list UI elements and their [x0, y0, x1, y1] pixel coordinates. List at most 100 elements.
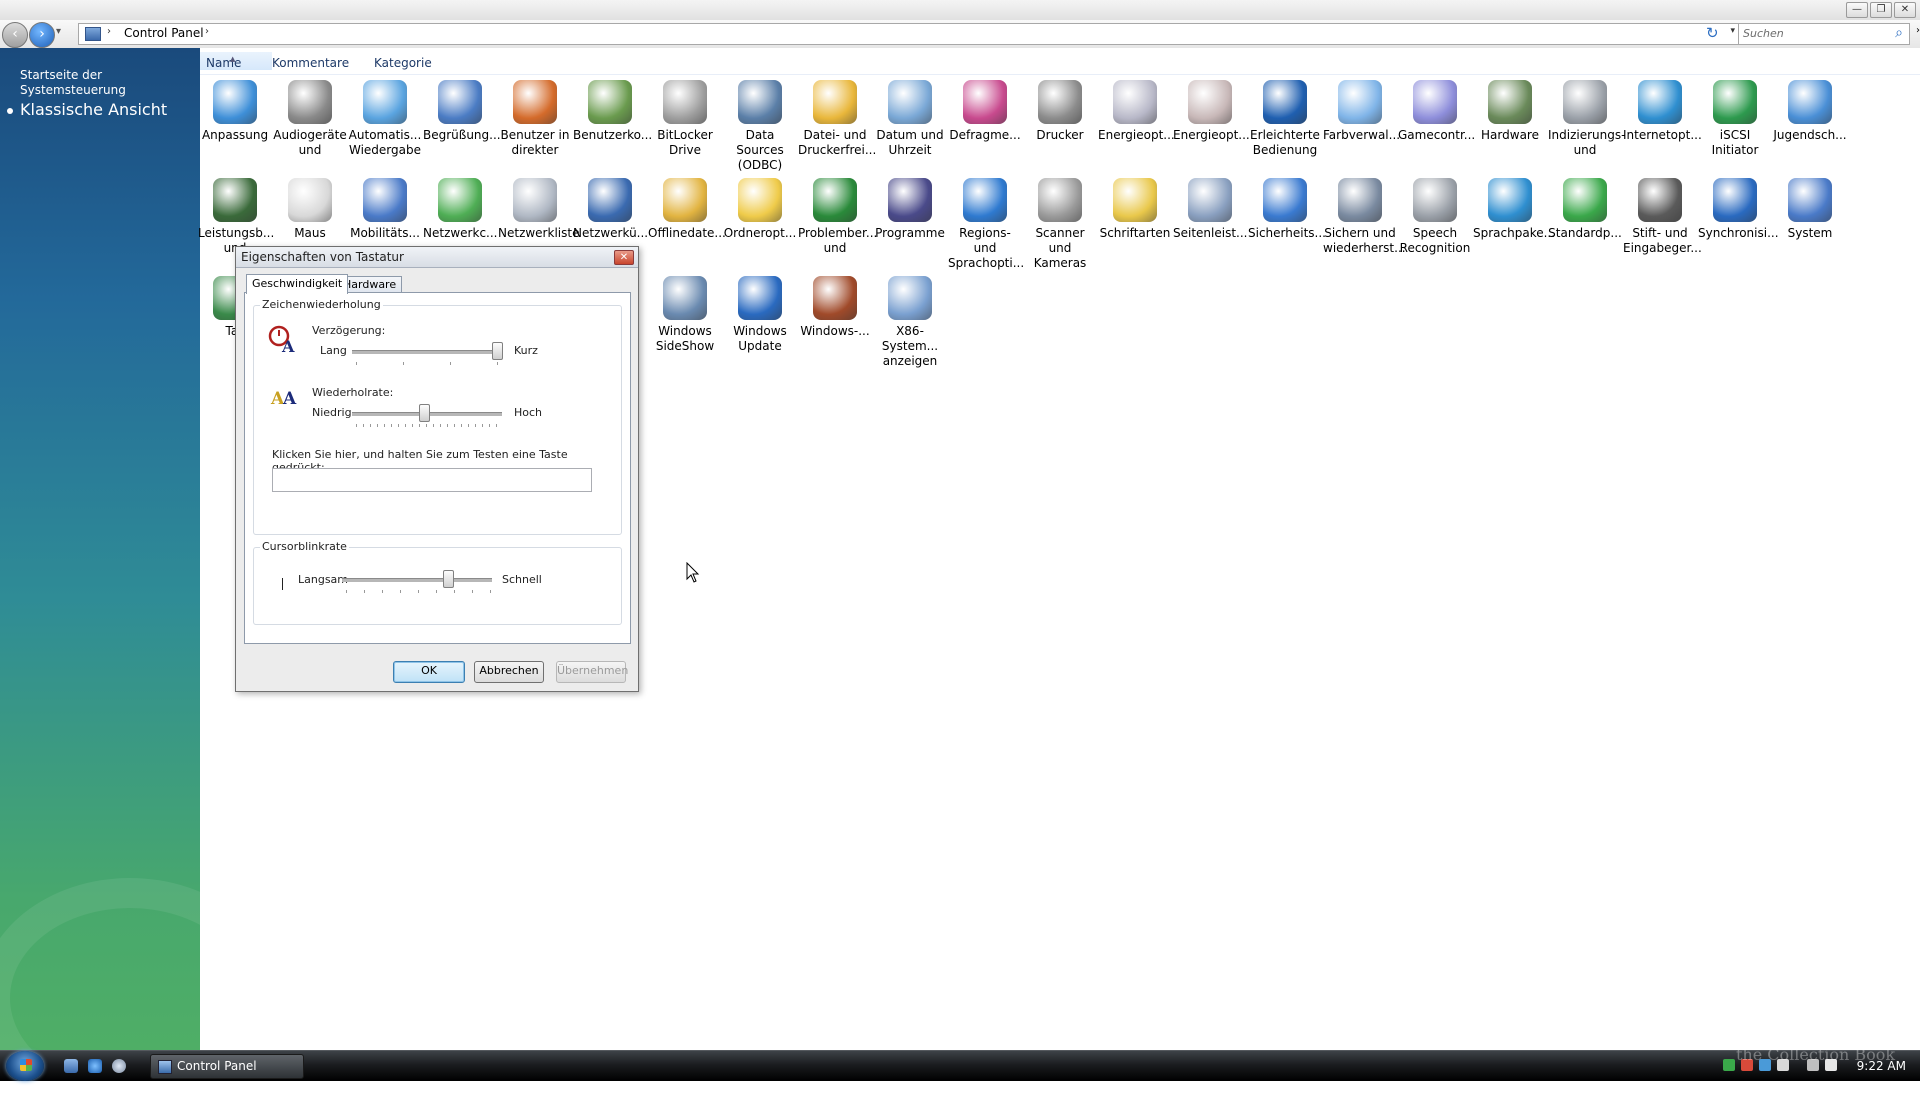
control-panel-item[interactable]: Netzwerkc... [423, 178, 497, 241]
dialog-titlebar[interactable]: Eigenschaften von Tastatur ✕ [236, 247, 638, 268]
toolbar-overflow-icon[interactable]: › [1916, 25, 1920, 36]
control-panel-item[interactable]: Offlinedate... [648, 178, 726, 241]
close-button[interactable]: ✕ [1894, 2, 1916, 18]
control-panel-item[interactable]: Begrüßung... [423, 80, 501, 143]
search-placeholder: Suchen [1743, 27, 1784, 40]
control-panel-item[interactable]: Energieopt... [1173, 80, 1250, 143]
recent-pages-dropdown[interactable]: ▾ [56, 26, 61, 37]
control-panel-item[interactable]: Farbverwal... [1323, 80, 1400, 143]
control-panel-item[interactable]: Leistungsb... und [198, 178, 274, 256]
control-panel-item[interactable]: Speech Recognition [1398, 178, 1472, 256]
watermark: the Collection Book [1736, 1045, 1896, 1064]
control-panel-item[interactable]: Defragme... [948, 80, 1022, 143]
svg-text:A: A [282, 389, 297, 408]
breadcrumb-control-panel[interactable]: Control Panel [124, 26, 204, 40]
control-panel-item[interactable]: Erleichterte Bedienung [1248, 80, 1322, 158]
control-panel-item[interactable]: BitLocker Drive [648, 80, 722, 158]
tab-speed[interactable]: Geschwindigkeit [246, 274, 349, 294]
control-panel-item[interactable]: Ordneropt... [723, 178, 797, 241]
repeat-delay-icon: A [268, 324, 298, 360]
control-panel-item[interactable]: Automatis... Wiedergabe [348, 80, 422, 158]
control-panel-item[interactable]: Benutzer in direkter [498, 80, 572, 158]
control-panel-item[interactable]: X86-System... anzeigen [873, 276, 947, 369]
control-panel-item[interactable]: Data Sources (ODBC) [723, 80, 797, 173]
repeat-test-field[interactable] [272, 468, 592, 492]
control-panel-item[interactable]: iSCSI Initiator [1698, 80, 1772, 158]
control-panel-item[interactable]: Datum und Uhrzeit [873, 80, 947, 158]
control-panel-item[interactable]: Anpassung [198, 80, 272, 143]
sync-tray-icon[interactable] [1723, 1059, 1735, 1071]
control-panel-item[interactable]: Synchronisi... [1698, 178, 1779, 241]
start-button[interactable] [6, 1051, 44, 1081]
media-player-icon[interactable] [112, 1059, 126, 1073]
address-dropdown-icon[interactable]: ▾ [1730, 26, 1735, 36]
cursor-slider-thumb[interactable] [442, 570, 454, 588]
column-header-category[interactable]: Kategorie [374, 56, 432, 70]
control-panel-item[interactable]: Standardp... [1548, 178, 1622, 241]
breadcrumb-chevron-icon[interactable]: › [107, 26, 111, 37]
odbc-icon [738, 80, 782, 124]
control-panel-item[interactable]: Netzwerkliste [498, 178, 579, 241]
control-panel-item[interactable]: Energieopt... [1098, 80, 1175, 143]
rate-slider-thumb[interactable] [419, 404, 431, 422]
control-panel-item[interactable]: Problember... und [798, 178, 877, 256]
control-panel-item[interactable]: Windows Update [723, 276, 797, 354]
control-panel-item[interactable]: Gamecontr... [1398, 80, 1475, 143]
dialog-title: Eigenschaften von Tastatur [241, 250, 404, 264]
control-panel-item[interactable]: Stift- und Eingabeger... [1623, 178, 1702, 256]
control-panel-item[interactable]: Internetopt... [1623, 80, 1702, 143]
control-panel-item[interactable]: Programme [873, 178, 947, 241]
personalization-icon [213, 80, 257, 124]
delay-slider-track[interactable] [352, 350, 502, 354]
control-panel-item[interactable]: Scanner und Kameras [1023, 178, 1097, 271]
column-header-name[interactable]: ▲ Name [200, 52, 272, 70]
internet-explorer-icon[interactable] [88, 1059, 102, 1073]
cursor-slider-track[interactable] [342, 578, 492, 582]
control-panel-item[interactable]: Netzwerkü... [573, 178, 648, 241]
show-desktop-icon[interactable] [64, 1059, 78, 1073]
control-panel-item[interactable]: Seitenleist... [1173, 178, 1247, 241]
sidebar-home-link[interactable]: Startseite der Systemsteuerung [20, 68, 190, 98]
sidebar-classic-view[interactable]: Klassische Ansicht [20, 100, 167, 119]
control-panel-item[interactable]: Maus [273, 178, 347, 241]
control-panel-item[interactable]: Benutzerko... [573, 80, 653, 143]
control-panel-item[interactable]: Indizierungs- und [1548, 80, 1625, 158]
control-panel-item[interactable]: Audiogeräte und [273, 80, 347, 158]
maximize-button[interactable]: ❐ [1870, 2, 1892, 18]
refresh-icon[interactable]: ↻ [1706, 24, 1719, 42]
search-input[interactable]: Suchen ⌕ [1738, 23, 1910, 45]
dialog-close-button[interactable]: ✕ [614, 250, 634, 265]
control-panel-item-label: Sicherheits... [1248, 226, 1326, 240]
control-panel-item[interactable]: Sprachpake... [1473, 178, 1555, 241]
column-header-comments[interactable]: Kommentare [272, 56, 349, 70]
control-panel-item[interactable]: Jugendsch... [1773, 80, 1847, 143]
delay-slider-thumb[interactable] [492, 342, 503, 360]
taskbar-control-panel[interactable]: Control Panel [150, 1054, 304, 1079]
search-icon[interactable]: ⌕ [1895, 25, 1903, 41]
cursor-min-label: Langsam [298, 573, 349, 586]
control-panel-item[interactable]: Regions- und Sprachopti... [948, 178, 1024, 271]
control-panel-item[interactable]: Mobilitäts... [348, 178, 422, 241]
control-panel-item[interactable]: System [1773, 178, 1847, 241]
control-panel-item[interactable]: Windows-... [798, 276, 872, 339]
control-panel-item[interactable]: Datei- und Druckerfrei... [798, 80, 876, 158]
breadcrumb-chevron-icon[interactable]: › [205, 26, 209, 37]
power-options-icon [1188, 80, 1232, 124]
minimize-button[interactable]: — [1846, 2, 1868, 18]
control-panel-item[interactable]: Hardware [1473, 80, 1547, 143]
forward-button[interactable]: › [29, 22, 55, 48]
address-bar[interactable]: › Control Panel › ▾ [78, 23, 1740, 45]
control-panel-item[interactable]: Windows SideShow [648, 276, 722, 354]
sideshow-icon [663, 276, 707, 320]
control-panel-item[interactable]: Sicherheits... [1248, 178, 1326, 241]
cancel-button[interactable]: Abbrechen [474, 661, 544, 683]
control-panel-item[interactable]: Sichern und wiederherst... [1323, 178, 1406, 256]
control-panel-item[interactable]: Drucker [1023, 80, 1097, 143]
control-panel-item-label: Benutzerko... [573, 128, 653, 142]
back-button[interactable]: ‹ [2, 22, 28, 48]
control-panel-item-label: Data Sources (ODBC) [736, 128, 784, 172]
apply-button[interactable]: Übernehmen [556, 661, 628, 683]
rate-max-label: Hoch [514, 406, 543, 419]
control-panel-item[interactable]: Schriftarten [1098, 178, 1172, 241]
ok-button[interactable]: OK [393, 661, 465, 683]
